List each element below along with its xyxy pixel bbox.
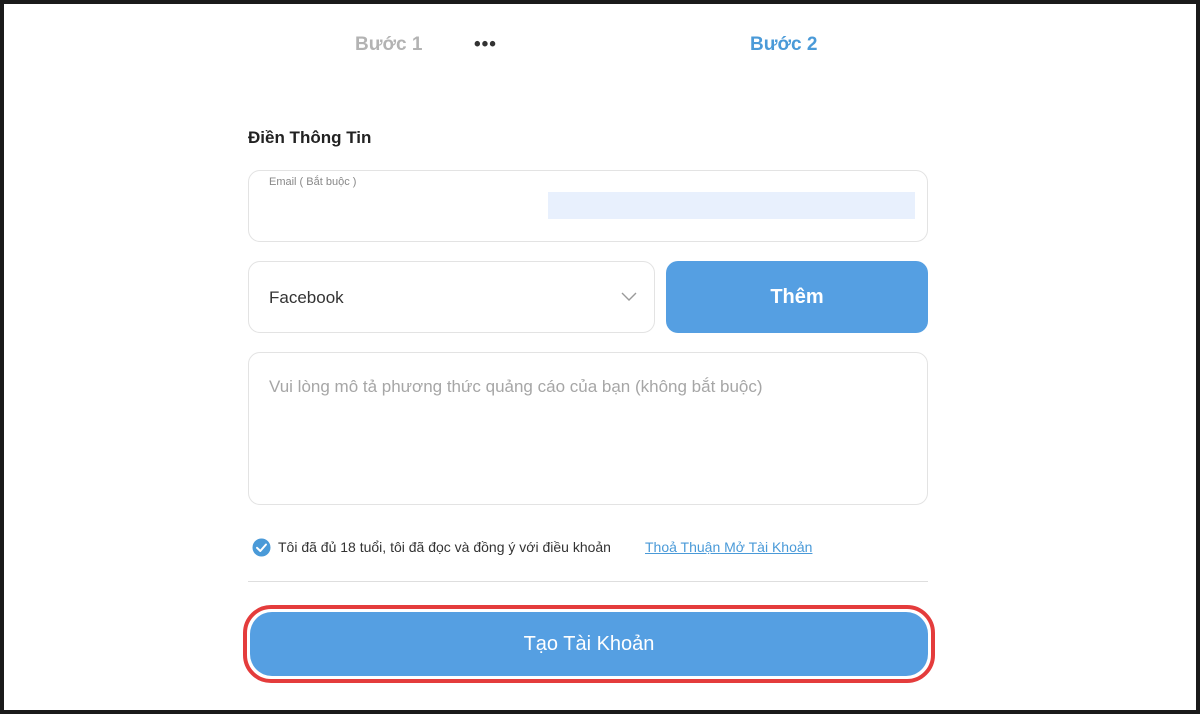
email-field[interactable]: Email ( Bắt buộc ) xyxy=(248,170,928,242)
divider xyxy=(248,581,928,582)
email-input[interactable] xyxy=(265,192,549,221)
terms-link[interactable]: Thoả Thuận Mở Tài Khoản xyxy=(645,539,812,555)
section-title: Điền Thông Tin xyxy=(248,128,372,147)
highlight-outline xyxy=(243,605,935,683)
email-autofill-highlight xyxy=(548,192,915,219)
description-placeholder: Vui lòng mô tả phương thức quảng cáo của… xyxy=(269,377,763,396)
step-indicator: Bước 1 ••• Bước 2 xyxy=(0,34,1200,58)
step-1-label[interactable]: Bước 1 xyxy=(355,34,422,56)
email-label: Email ( Bắt buộc ) xyxy=(269,176,357,188)
platform-select[interactable]: Facebook xyxy=(248,261,655,333)
agreement-text: Tôi đã đủ 18 tuổi, tôi đã đọc và đồng ý … xyxy=(278,539,611,555)
chevron-down-icon xyxy=(621,292,637,301)
step-separator-dots: ••• xyxy=(474,34,497,55)
description-textarea[interactable]: Vui lòng mô tả phương thức quảng cáo của… xyxy=(248,352,928,505)
add-button[interactable]: Thêm xyxy=(666,261,928,333)
step-2-label[interactable]: Bước 2 xyxy=(750,34,817,56)
check-circle-icon[interactable] xyxy=(252,538,271,557)
platform-select-value: Facebook xyxy=(269,288,344,307)
